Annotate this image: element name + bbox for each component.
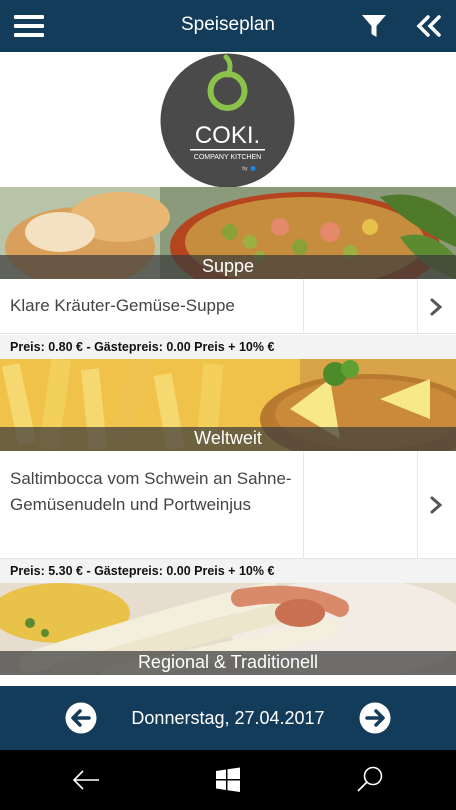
double-chevron-left-icon[interactable] (414, 12, 444, 40)
menu-item-row[interactable]: Klare Kräuter-Gemüse-Suppe (0, 279, 456, 334)
logo-subtitle-text: COMPANY KITCHEN (194, 154, 261, 161)
back-arrow-icon[interactable] (71, 765, 101, 795)
logo-brand-text: COKI. (195, 122, 260, 149)
category-banner-regional: Regional & Traditionell (0, 583, 456, 675)
header-bar: Speiseplan (0, 0, 456, 52)
arrow-right-circle-icon[interactable] (359, 702, 391, 734)
category-label: Suppe (201, 256, 255, 276)
menu-item-row[interactable]: Saltimbocca vom Schwein an Sahne- Gemüse… (0, 451, 456, 559)
logo-by-text: by (242, 166, 248, 172)
divider (303, 451, 304, 558)
search-icon[interactable] (355, 765, 385, 795)
logo-area: COKI. COMPANY KITCHEN by (0, 52, 456, 188)
category-label: Weltweit (194, 428, 262, 448)
dish-name: Saltimbocca vom Schwein an Sahne- Gemüse… (10, 469, 292, 514)
category-label: Regional & Traditionell (137, 652, 319, 672)
divider (417, 279, 418, 333)
price-info: Preis: 0.80 € - Gästepreis: 0.00 Preis +… (0, 335, 456, 359)
divider (417, 451, 418, 558)
chevron-right-icon[interactable] (428, 298, 444, 316)
divider (303, 279, 304, 333)
app-window: Speiseplan COKI. COMPANY KITCHEN by Supp… (0, 0, 456, 810)
filter-icon[interactable] (360, 12, 388, 40)
windows-logo-icon[interactable] (213, 765, 243, 795)
list-bottom-spacer (0, 675, 456, 686)
chevron-right-icon[interactable] (428, 496, 444, 514)
category-banner-weltweit: Weltweit (0, 359, 456, 451)
coki-logo: COKI. COMPANY KITCHEN by (160, 53, 295, 188)
dish-name: Klare Kräuter-Gemüse-Suppe (10, 296, 235, 315)
date-navigation-bar: Donnerstag, 27.04.2017 (0, 686, 456, 750)
category-banner-suppe: Suppe (0, 187, 456, 279)
price-info: Preis: 5.30 € - Gästepreis: 0.00 Preis +… (0, 559, 456, 583)
system-navigation-bar (0, 750, 456, 810)
